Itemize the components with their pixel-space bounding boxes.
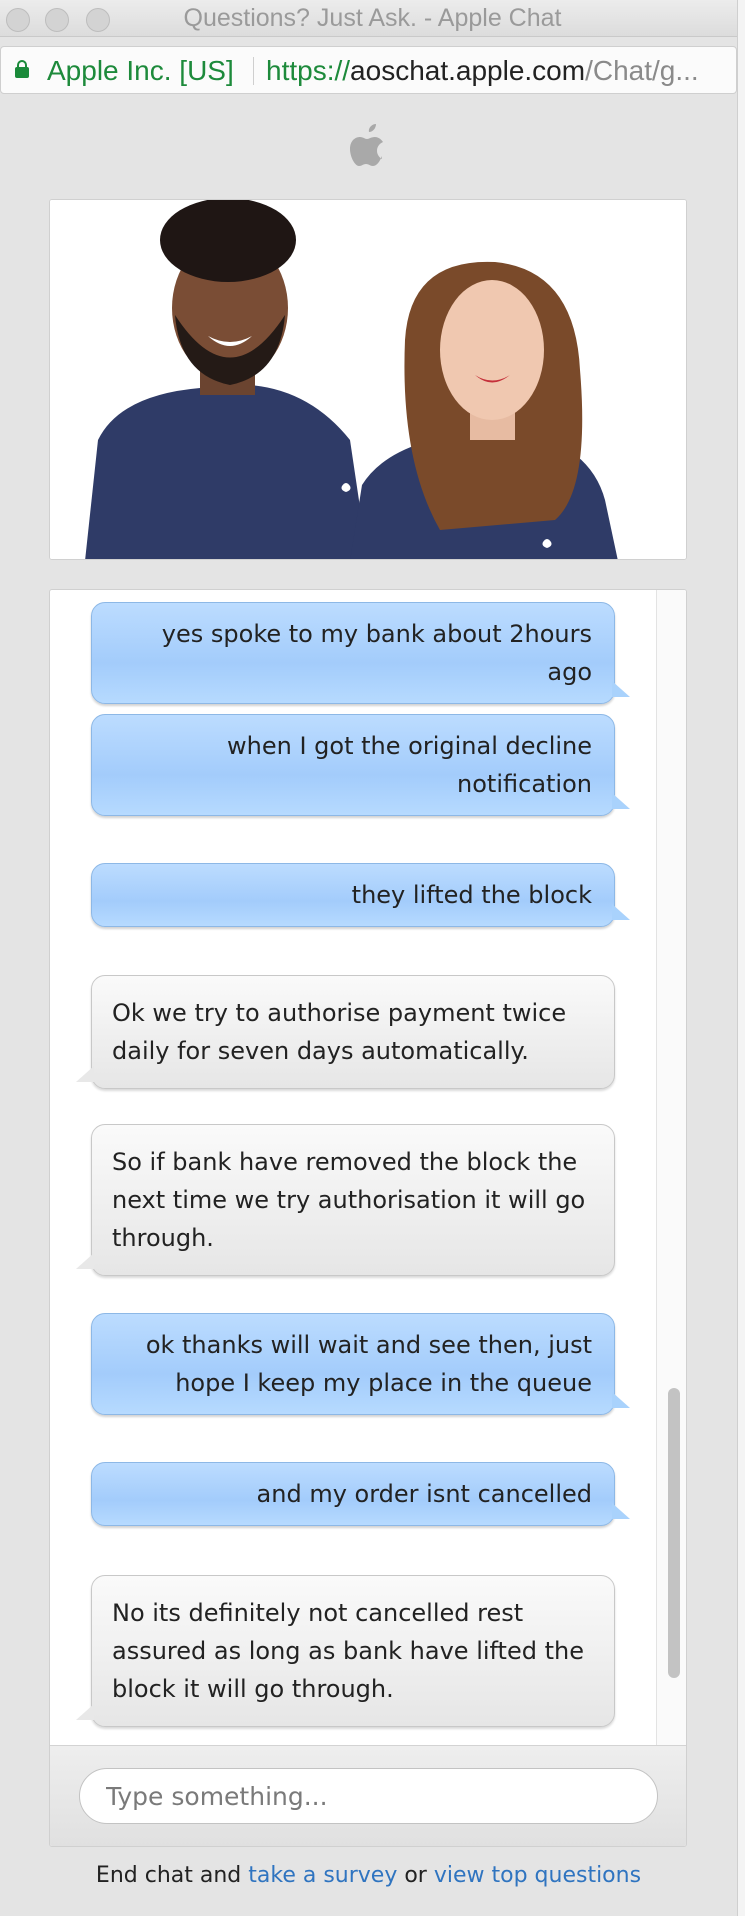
bubble-tail: [612, 1392, 630, 1408]
scrollbar-thumb[interactable]: [668, 1388, 680, 1678]
message-list[interactable]: yes spoke to my bank about 2hours ago wh…: [50, 590, 658, 1745]
take-survey-link[interactable]: take a survey: [248, 1863, 397, 1888]
bubble-tail: [612, 1503, 630, 1519]
view-top-questions-link[interactable]: view top questions: [434, 1863, 641, 1888]
end-chat-text: End chat and: [95, 1863, 249, 1888]
title-bar: Questions? Just Ask. - Apple Chat: [0, 0, 745, 37]
message-text: they lifted the block: [351, 881, 592, 909]
message-text: yes spoke to my bank about 2hours ago: [161, 620, 592, 686]
agent-message: Ok we try to authorise payment twice dai…: [76, 975, 615, 1089]
bubble-tail: [76, 1066, 94, 1082]
url-text[interactable]: https://aoschat.apple.com/Chat/g...: [266, 55, 699, 87]
message-text: No its definitely not cancelled rest ass…: [112, 1599, 584, 1703]
user-message: ok thanks will wait and see then, just h…: [91, 1313, 630, 1415]
chat-window: Questions? Just Ask. - Apple Chat Apple …: [0, 0, 745, 1916]
advisors-illustration: [50, 200, 686, 559]
address-bar[interactable]: Apple Inc. [US] https://aoschat.apple.co…: [0, 46, 737, 94]
bubble-tail: [612, 904, 630, 920]
message-input[interactable]: [79, 1768, 658, 1824]
message-text: when I got the original decline notifica…: [227, 732, 592, 798]
message-text: and my order isnt cancelled: [256, 1480, 592, 1508]
chat-panel: yes spoke to my bank about 2hours ago wh…: [49, 589, 687, 1847]
lock-icon: [15, 60, 29, 78]
composer-area: [50, 1745, 686, 1846]
bubble-tail: [76, 1704, 94, 1720]
message-text: So if bank have removed the block the ne…: [112, 1148, 586, 1252]
user-message: when I got the original decline notifica…: [91, 714, 630, 816]
window-title: Questions? Just Ask. - Apple Chat: [183, 4, 562, 32]
user-message: and my order isnt cancelled: [91, 1462, 630, 1526]
footer-or-text: or: [397, 1863, 434, 1888]
message-text: ok thanks will wait and see then, just h…: [145, 1331, 592, 1397]
url-path: /Chat/g...: [585, 55, 699, 86]
message-scrollbar[interactable]: [656, 590, 686, 1745]
user-message: they lifted the block: [91, 863, 630, 927]
ev-certificate-label[interactable]: Apple Inc. [US]: [47, 55, 234, 87]
url-scheme: https://: [266, 55, 351, 86]
address-separator: [253, 57, 254, 85]
url-host: aoschat.apple.com: [350, 55, 586, 86]
background-window-edge: [737, 0, 745, 1916]
apple-logo-icon: [350, 124, 383, 166]
bubble-tail: [612, 681, 630, 697]
advisors-hero-image: [49, 199, 687, 560]
user-message: yes spoke to my bank about 2hours ago: [91, 602, 630, 704]
bubble-tail: [76, 1253, 94, 1269]
chat-footer: End chat and take a survey or view top q…: [0, 1863, 737, 1888]
agent-message: So if bank have removed the block the ne…: [76, 1124, 615, 1276]
message-text: Ok we try to authorise payment twice dai…: [112, 999, 567, 1065]
agent-message: No its definitely not cancelled rest ass…: [76, 1575, 615, 1727]
bubble-tail: [612, 793, 630, 809]
